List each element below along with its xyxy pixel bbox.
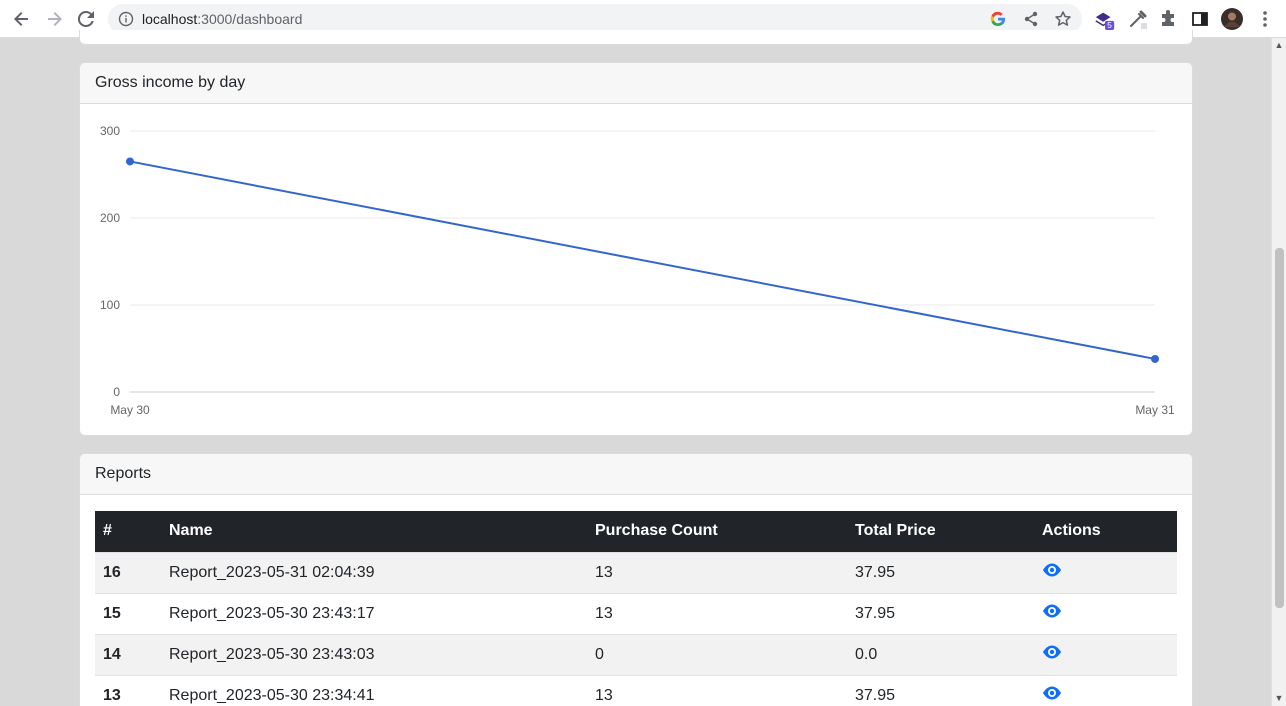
row-total-price: 37.95 — [847, 674, 1034, 706]
page-scrollbar[interactable]: ▲ ▼ — [1271, 38, 1286, 706]
scroll-down-icon[interactable]: ▼ — [1274, 693, 1284, 703]
column-header-purchase-count: Purchase Count — [587, 511, 847, 552]
row-name: Report_2023-05-30 23:43:03 — [161, 633, 587, 675]
column-header-id: # — [95, 511, 161, 552]
row-id: 16 — [95, 551, 161, 593]
row-total-price: 37.95 — [847, 551, 1034, 593]
eyedropper-icon[interactable] — [1127, 8, 1149, 30]
row-total-price: 37.95 — [847, 592, 1034, 634]
row-id: 15 — [95, 592, 161, 634]
row-actions — [1034, 674, 1177, 706]
back-icon[interactable] — [10, 7, 34, 31]
kebab-menu-icon[interactable] — [1254, 8, 1276, 30]
eye-icon[interactable] — [1042, 683, 1062, 703]
row-actions — [1034, 592, 1177, 634]
extension-badge: 5 — [1107, 21, 1112, 30]
previous-card — [79, 30, 1193, 45]
income-card: Gross income by day 0 100 200 300 May 30 May … — [79, 62, 1193, 436]
scroll-up-icon[interactable]: ▲ — [1274, 40, 1284, 50]
reports-card-title: Reports — [80, 454, 1192, 495]
column-header-actions: Actions — [1034, 511, 1177, 552]
y-tick-label: 100 — [100, 298, 120, 312]
y-tick-label: 300 — [100, 124, 120, 138]
side-panel-icon[interactable] — [1189, 8, 1211, 30]
scroll-thumb[interactable] — [1275, 248, 1284, 608]
forward-icon[interactable] — [42, 7, 66, 31]
y-tick-label: 0 — [113, 385, 120, 399]
profile-avatar[interactable] — [1220, 7, 1244, 31]
x-tick-label: May 31 — [1135, 403, 1175, 417]
table-header-row: # Name Purchase Count Total Price Action… — [95, 511, 1177, 552]
row-name: Report_2023-05-31 02:04:39 — [161, 551, 587, 593]
reload-icon[interactable] — [74, 7, 98, 31]
info-icon[interactable] — [118, 11, 134, 27]
row-id: 14 — [95, 633, 161, 675]
data-point — [1151, 354, 1159, 363]
extension-stack-icon[interactable]: 5 — [1094, 8, 1116, 30]
column-header-name: Name — [161, 511, 587, 552]
eye-icon[interactable] — [1042, 642, 1062, 662]
income-card-title: Gross income by day — [80, 63, 1192, 104]
row-id: 13 — [95, 674, 161, 706]
column-header-total-price: Total Price — [847, 511, 1034, 552]
share-icon[interactable] — [1022, 10, 1040, 28]
table-row: 16 Report_2023-05-31 02:04:39 13 37.95 — [95, 551, 1177, 593]
url-text: localhost:3000/dashboard — [142, 11, 302, 27]
url-path: :3000/dashboard — [197, 11, 303, 27]
series-line — [129, 160, 1156, 360]
x-tick-label: May 30 — [110, 403, 150, 417]
income-line-chart: 0 100 200 300 May 30 May 31 — [100, 124, 1175, 417]
bookmark-star-icon[interactable] — [1054, 10, 1072, 28]
row-name: Report_2023-05-30 23:34:41 — [161, 674, 587, 706]
row-purchase-count: 13 — [587, 592, 847, 634]
eye-icon[interactable] — [1042, 560, 1062, 580]
row-purchase-count: 0 — [587, 633, 847, 675]
table-row: 14 Report_2023-05-30 23:43:03 0 0.0 — [95, 633, 1177, 675]
table-row: 15 Report_2023-05-30 23:43:17 13 37.95 — [95, 592, 1177, 634]
row-purchase-count: 13 — [587, 674, 847, 706]
google-icon[interactable] — [990, 11, 1006, 27]
row-purchase-count: 13 — [587, 551, 847, 593]
eye-icon[interactable] — [1042, 601, 1062, 621]
row-actions — [1034, 633, 1177, 675]
data-point — [126, 157, 134, 166]
extensions-puzzle-icon[interactable] — [1157, 8, 1179, 30]
row-name: Report_2023-05-30 23:43:17 — [161, 592, 587, 634]
reports-card: Reports # Name Purchase Count Total Pric… — [79, 453, 1193, 706]
table-row: 13 Report_2023-05-30 23:34:41 13 37.95 — [95, 674, 1177, 706]
url-host: localhost — [142, 11, 198, 27]
y-tick-label: 200 — [100, 211, 120, 225]
row-total-price: 0.0 — [847, 633, 1034, 675]
reports-table: # Name Purchase Count Total Price Action… — [95, 511, 1177, 706]
row-actions — [1034, 551, 1177, 593]
